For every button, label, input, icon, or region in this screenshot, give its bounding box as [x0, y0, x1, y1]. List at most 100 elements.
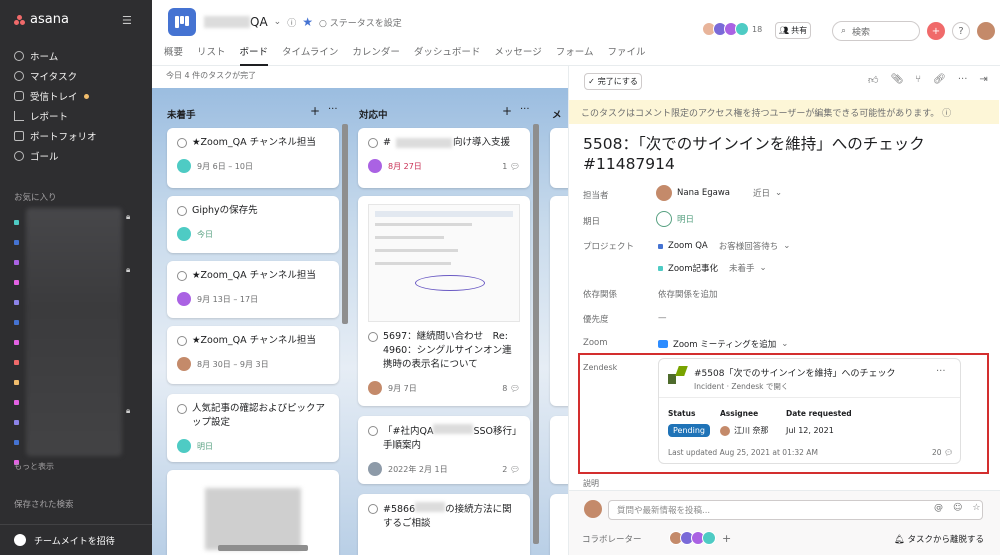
task-card[interactable]: 「#社内QA SSO移行」手順案内 2022年 2月 1日 2 💬︎	[358, 416, 530, 484]
tab-3[interactable]: タイムライン	[282, 44, 338, 66]
emoji-icon[interactable]: ☺	[953, 503, 962, 513]
attachment-icon[interactable]: 📎︎	[890, 74, 903, 86]
chevron-down-icon[interactable]: ⌄	[274, 17, 282, 27]
sidebar-item-my-tasks[interactable]: マイタスク	[14, 66, 144, 86]
column-title[interactable]: 対応中	[359, 107, 388, 121]
avatar	[735, 22, 749, 36]
tab-0[interactable]: 概要	[164, 44, 183, 66]
column-title[interactable]: 未着手	[167, 107, 196, 121]
mention-icon[interactable]: @	[934, 503, 943, 513]
task-card[interactable]: ★Zoom_QA チャンネル担当 8月 30日 – 9月 3日	[167, 326, 339, 384]
check-icon[interactable]	[177, 271, 187, 281]
task-card-partial[interactable]	[550, 416, 570, 484]
column-scrollbar[interactable]	[342, 124, 348, 324]
board-horizontal-scrollbar[interactable]	[218, 545, 308, 551]
column-scrollbar[interactable]	[533, 124, 539, 544]
tab-8[interactable]: ファイル	[607, 44, 645, 66]
task-card-partial[interactable]	[550, 128, 570, 188]
saved-searches-title[interactable]: 保存された検索	[14, 498, 74, 510]
folder-icon	[14, 131, 24, 141]
share-button[interactable]: 👥︎ 共有	[775, 22, 811, 39]
sidebar-item-portfolios[interactable]: ポートフォリオ	[14, 126, 144, 146]
asana-logo[interactable]: asana	[14, 12, 69, 27]
task-card[interactable]: # 向け導入支援 8月 27日 1 💬︎	[358, 128, 530, 188]
add-task-icon[interactable]: +	[502, 104, 512, 118]
project-field[interactable]: Zoom QA お客様回答待ち ⌄	[658, 240, 790, 252]
project-color	[14, 399, 19, 405]
mark-complete-button[interactable]: ✓ 完了にする	[584, 73, 642, 90]
project-color	[14, 259, 19, 265]
task-card-partial[interactable]	[550, 494, 570, 555]
tab-7[interactable]: フォーム	[556, 44, 594, 66]
member-avatars[interactable]: 18	[702, 22, 762, 36]
more-icon[interactable]: ···	[936, 366, 946, 377]
field-label: 期日	[583, 217, 601, 227]
assignee-field[interactable]: Nana Egawa 近日 ⌄	[656, 185, 782, 201]
task-card[interactable]: ★Zoom_QA チャンネル担当 9月 13日 – 17日	[167, 261, 339, 318]
column-title-partial[interactable]: メ	[552, 107, 562, 121]
more-icon[interactable]: ···	[520, 104, 530, 115]
help-icon[interactable]: ⓘ	[942, 109, 951, 119]
assignee-avatar	[177, 439, 191, 453]
due-date-field[interactable]: 明日	[656, 211, 694, 227]
link-icon[interactable]: 🔗︎	[933, 74, 946, 86]
check-icon[interactable]	[368, 138, 378, 148]
collaborator-avatars[interactable]: +	[669, 531, 731, 545]
comment-input[interactable]: 質問や最新情報を投稿...	[608, 500, 983, 520]
project-field[interactable]: Zoom記事化 未着手 ⌄	[658, 262, 767, 274]
task-title[interactable]: 5508：「次でのサインインを維持」へのチェック #11487914	[583, 134, 963, 174]
sidebar-collapse-icon[interactable]: ☰	[122, 14, 132, 27]
add-collaborator-icon[interactable]: +	[722, 532, 731, 545]
check-icon[interactable]	[177, 404, 187, 414]
info-icon[interactable]: ⓘ	[287, 16, 296, 29]
check-icon[interactable]	[177, 336, 187, 346]
add-icon[interactable]: +	[927, 22, 945, 40]
task-card[interactable]: 5697：継続問い合わせ Re: 4960：シングルサインオン連携時の表示名につ…	[358, 196, 530, 406]
task-card[interactable]: ★Zoom_QA チャンネル担当 9月 6日 – 10日	[167, 128, 339, 188]
priority-field[interactable]: —	[658, 313, 667, 323]
tab-1[interactable]: リスト	[197, 44, 226, 66]
show-more-link[interactable]: もっと表示	[14, 461, 54, 472]
more-icon[interactable]: ···	[958, 74, 968, 86]
zendesk-ticket-title[interactable]: #5508「次でのサインインを維持」へのチェック	[694, 366, 895, 379]
sidebar-item-reports[interactable]: レポート	[14, 106, 144, 126]
zendesk-ticket-subtitle[interactable]: Incident · Zendesk で開く	[694, 381, 788, 392]
search-input[interactable]: ⌕ 検索	[832, 21, 920, 41]
set-status-button[interactable]: ○ ステータスを設定	[319, 16, 402, 29]
sidebar-item-home[interactable]: ホーム	[14, 46, 144, 66]
subtask-icon[interactable]: ⑂	[915, 74, 921, 86]
project-board-icon[interactable]	[168, 8, 196, 36]
add-zoom-meeting-button[interactable]: Zoom ミーティングを追加 ⌄	[658, 338, 788, 350]
zendesk-comment-count[interactable]: 20 💬︎	[932, 448, 953, 457]
project-title[interactable]: QA ⌄ ⓘ ★ ○ ステータスを設定	[204, 15, 402, 29]
star-icon[interactable]: ★	[302, 15, 313, 29]
add-dependency-button[interactable]: 依存関係を追加	[658, 288, 718, 300]
tab-5[interactable]: ダッシュボード	[414, 44, 481, 66]
user-avatar[interactable]	[977, 22, 995, 40]
task-card[interactable]	[167, 470, 339, 555]
help-icon[interactable]: ?	[952, 22, 970, 40]
task-card-partial[interactable]	[550, 196, 570, 406]
task-card[interactable]: 人気記事の確認およびピックアップ設定 明日	[167, 394, 339, 462]
check-icon[interactable]	[368, 332, 378, 342]
leave-task-button[interactable]: 🔔︎ タスクから離脱する	[894, 533, 984, 545]
attachment-thumbnail[interactable]	[368, 204, 520, 322]
sidebar-item-inbox[interactable]: 受信トレイ	[14, 86, 144, 106]
like-icon[interactable]: 👍︎	[868, 74, 878, 86]
task-card[interactable]: #5866 の接続方法に関するご相談	[358, 494, 530, 555]
check-icon[interactable]	[177, 138, 187, 148]
avatar	[702, 531, 716, 545]
check-icon[interactable]	[368, 504, 378, 514]
check-icon[interactable]	[368, 426, 378, 436]
invite-teammates-button[interactable]: チームメイトを招待	[0, 524, 152, 555]
tab-4[interactable]: カレンダー	[352, 44, 400, 66]
close-panel-icon[interactable]: ⇥	[979, 74, 987, 86]
check-icon[interactable]	[177, 206, 187, 216]
add-task-icon[interactable]: +	[310, 104, 320, 118]
task-card[interactable]: Giphyの保存先 今日	[167, 196, 339, 253]
star-icon[interactable]: ☆	[972, 503, 980, 513]
more-icon[interactable]: ···	[328, 104, 338, 115]
tab-6[interactable]: メッセージ	[494, 44, 541, 66]
tab-2[interactable]: ボード	[239, 44, 269, 66]
sidebar-item-goals[interactable]: ゴール	[14, 146, 144, 166]
